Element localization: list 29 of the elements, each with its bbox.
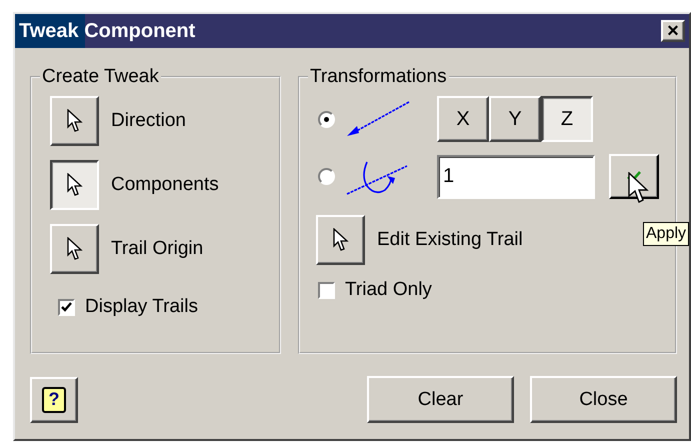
checkbox-label: Triad Only [345, 279, 432, 301]
pointer-icon [66, 173, 82, 197]
close-button[interactable]: × [661, 20, 685, 42]
axis-button[interactable]: X [437, 96, 489, 142]
dialog-button[interactable]: Close [530, 376, 677, 423]
tooltip: Apply [643, 222, 690, 246]
radio-button[interactable] [318, 110, 335, 128]
checkbox[interactable] [58, 298, 75, 316]
axis-button[interactable]: Z [541, 96, 593, 142]
group-title: Create Tweak [41, 66, 160, 88]
checkbox[interactable] [318, 282, 335, 298]
group-title: Transformations [309, 66, 448, 88]
radio-button[interactable] [318, 168, 335, 185]
pick-label: Components [111, 174, 219, 196]
dialog-button[interactable]: Clear [367, 376, 514, 423]
pointer-icon [66, 109, 82, 133]
pointer-icon [332, 228, 348, 252]
arrow-icon [345, 100, 411, 138]
help-icon: ? [42, 386, 66, 412]
pointer-icon [66, 237, 82, 261]
pick-label: Trail Origin [111, 238, 204, 260]
help-button[interactable]: ? [30, 376, 78, 422]
axis-button[interactable]: Y [489, 96, 541, 142]
pick-button[interactable] [50, 160, 99, 210]
angle-field[interactable]: 1 [437, 154, 595, 198]
pick-label: Direction [111, 110, 186, 132]
pick-label: Edit Existing Trail [377, 229, 523, 251]
mouse-pointer-icon [628, 172, 650, 204]
checkbox-label: Display Trails [85, 296, 198, 318]
